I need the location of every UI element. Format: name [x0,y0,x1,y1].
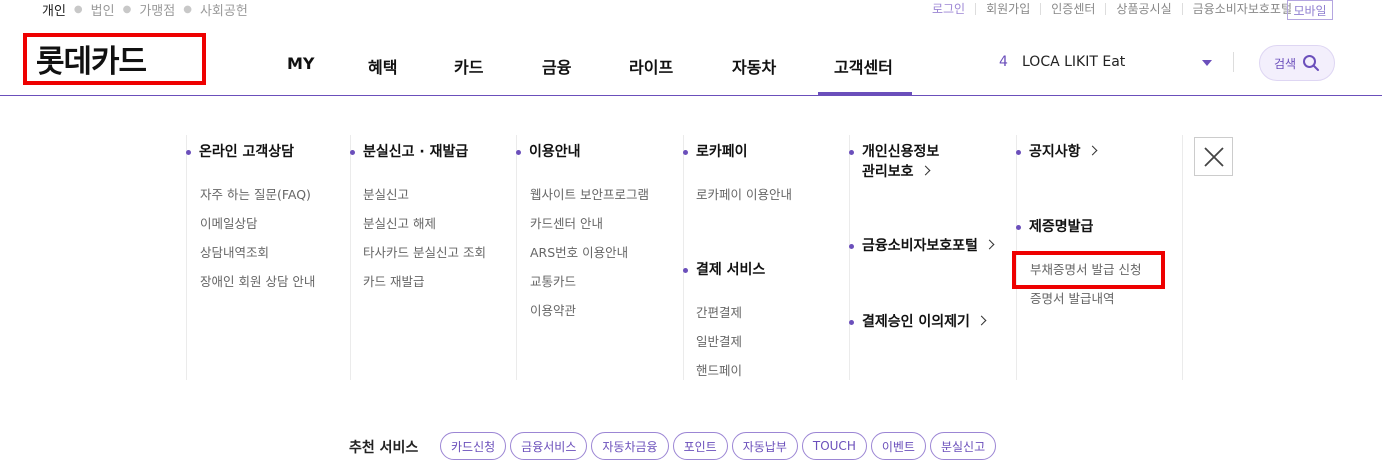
recommend-chips: 카드신청 금융서비스 자동차금융 포인트 자동납부 TOUCH 이벤트 분실신고 [440,432,997,460]
menu-payment-service[interactable]: 결제 서비스 [682,260,765,280]
menu-credit-line1: 개인신용정보 [862,144,940,160]
column-divider [849,135,850,380]
search-label: 검색 [1273,56,1297,71]
header-divider [0,95,1382,96]
logo[interactable]: 롯데카드 [36,36,147,81]
gnb-auto[interactable]: 자동차 [732,54,776,78]
recommend-label: 추천 서비스 [349,440,419,456]
column-divider [350,135,351,380]
chip-auto-finance[interactable]: 자동차금융 [591,432,669,460]
chip-lost-report[interactable]: 분실신고 [929,432,997,460]
menu-link-ars[interactable]: ARS번호 이용안내 [530,245,628,261]
segment-dot: ● [73,4,83,15]
column-divider [186,135,187,380]
chip-finance-service[interactable]: 금융서비스 [510,432,588,460]
chip-card-apply[interactable]: 카드신청 [440,432,507,460]
menu-link-disabled[interactable]: 장애인 회원 상담 안내 [200,274,315,290]
search-button[interactable]: 검색 [1259,45,1335,81]
menu-link-card-center[interactable]: 카드센터 안내 [530,216,603,232]
promo-index: 4 [999,54,1008,70]
segment-social[interactable]: 사회공헌 [200,0,248,19]
segment-personal[interactable]: 개인 [42,0,66,19]
signup-link[interactable]: 회원가입 [986,0,1030,17]
customer-segment-nav: 개인 ● 법인 ● 가맹점 ● 사회공헌 [42,0,248,19]
menu-certificate[interactable]: 제증명발급 [1015,217,1093,237]
menu-payment-dispute-label: 결제승인 이의제기 [862,314,970,330]
caret-down-icon[interactable] [1202,60,1212,66]
gnb-finance[interactable]: 금융 [542,54,571,78]
segment-dot: ● [122,4,132,15]
menu-notice-label: 공지사항 [1029,144,1081,160]
consumer-portal-link[interactable]: 금융소비자보호포털 [1193,0,1292,17]
menu-link-handpay[interactable]: 핸드페이 [696,363,742,379]
menu-link-reissue[interactable]: 카드 재발급 [363,274,424,290]
divider [1233,52,1234,72]
promo-text[interactable]: LOCA LIKIT Eat [1022,54,1125,70]
column-divider [1182,135,1183,380]
menu-online-consult[interactable]: 온라인 고객상담 [185,142,294,162]
menu-link-security[interactable]: 웹사이트 보안프로그램 [530,187,649,203]
gnb-card[interactable]: 카드 [454,54,483,78]
menu-link-lost-report[interactable]: 분실신고 [363,187,409,203]
menu-link-locapay-guide[interactable]: 로카페이 이용안내 [696,187,792,203]
menu-credit-protection[interactable]: 개인신용정보 관리보호 [848,142,940,182]
menu-notice[interactable]: 공지사항 [1016,142,1097,162]
gnb-benefits[interactable]: 혜택 [368,54,397,78]
menu-link-transit[interactable]: 교통카드 [530,274,576,290]
menu-payment-dispute[interactable]: 결제승인 이의제기 [849,312,987,332]
utility-links: 로그인 회원가입 인증센터 상품공시실 금융소비자보호포털 [932,0,1292,17]
close-menu-button[interactable] [1194,137,1233,176]
menu-link-terms[interactable]: 이용약관 [530,303,576,319]
chip-auto-payment[interactable]: 자동납부 [731,432,798,460]
menu-link-history[interactable]: 상담내역조회 [200,245,269,261]
menu-link-email[interactable]: 이메일상담 [200,216,258,232]
divider [975,2,977,15]
search-icon [1303,55,1320,71]
top-bar: 개인 ● 법인 ● 가맹점 ● 사회공헌 로그인 회원가입 인증센터 상품공시실… [0,0,1382,20]
gnb-my[interactable]: MY [287,54,315,73]
chip-point[interactable]: 포인트 [672,432,728,460]
menu-lost-reissue[interactable]: 분실신고 · 재발급 [349,142,468,162]
menu-link-certificate-history[interactable]: 증명서 발급내역 [1030,291,1114,307]
menu-consumer-portal-label: 금융소비자보호포털 [862,238,978,254]
menu-locapay[interactable]: 로카페이 [683,142,748,162]
segment-dot: ● [183,4,192,15]
chip-event[interactable]: 이벤트 [870,432,926,460]
menu-link-other-card[interactable]: 타사카드 분실신고 조회 [363,245,486,261]
mobile-button[interactable]: 모바일 [1287,0,1333,20]
divider [1105,2,1107,15]
menu-link-faq[interactable]: 자주 하는 질문(FAQ) [200,187,311,203]
divider [1181,2,1183,15]
chevron-right-icon [984,239,995,250]
chevron-right-icon [1087,145,1097,156]
segment-merchant[interactable]: 가맹점 [139,0,175,19]
menu-link-general-pay[interactable]: 일반결제 [696,334,742,350]
menu-credit-line2: 관리보호 [862,164,914,180]
menu-guide[interactable]: 이용안내 [516,142,581,162]
chip-touch[interactable]: TOUCH [801,432,867,460]
login-link[interactable]: 로그인 [932,0,965,17]
chevron-right-icon [976,315,987,326]
gnb-customer-center[interactable]: 고객센터 [834,54,893,78]
cert-center-link[interactable]: 인증센터 [1051,0,1095,17]
debt-certificate-highlight-box [1012,251,1165,289]
product-disclosure-link[interactable]: 상품공시실 [1116,0,1171,17]
chevron-right-icon [920,165,930,176]
segment-corporate[interactable]: 법인 [91,0,115,19]
close-icon [1203,146,1224,167]
divider [1040,2,1042,15]
menu-link-simple-pay[interactable]: 간편결제 [696,305,742,321]
column-divider [516,135,517,380]
column-divider [683,135,684,380]
menu-link-lost-cancel[interactable]: 분실신고 해제 [363,216,436,232]
gnb-life[interactable]: 라이프 [629,54,673,78]
menu-consumer-portal[interactable]: 금융소비자보호포털 [849,236,995,256]
